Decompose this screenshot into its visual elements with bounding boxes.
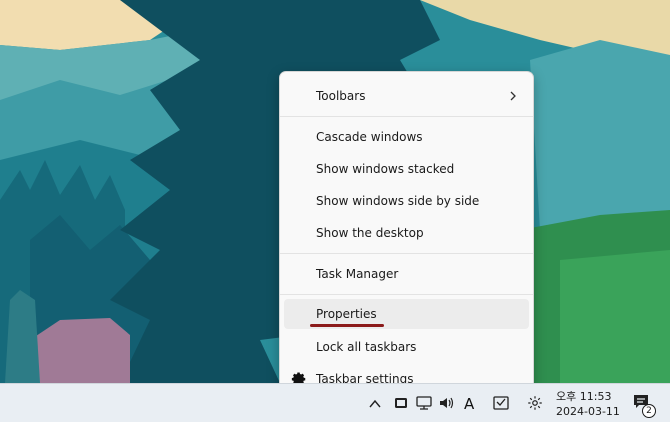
chevron-right-icon bbox=[510, 91, 516, 101]
menu-item-cascade-windows[interactable]: Cascade windows bbox=[284, 122, 529, 152]
menu-separator bbox=[280, 116, 533, 117]
taskbar: A 오후 11:53 2024-03-11 2 bbox=[0, 383, 670, 422]
menu-item-label: Show the desktop bbox=[316, 226, 424, 240]
menu-separator bbox=[280, 253, 533, 254]
settings-icon[interactable] bbox=[526, 394, 544, 412]
menu-item-show-windows-stacked[interactable]: Show windows stacked bbox=[284, 154, 529, 184]
menu-item-show-windows-side-by-side[interactable]: Show windows side by side bbox=[284, 186, 529, 216]
touch-keyboard-icon[interactable] bbox=[492, 394, 510, 412]
menu-item-label: Toolbars bbox=[316, 89, 366, 103]
menu-item-lock-all-taskbars[interactable]: Lock all taskbars bbox=[284, 332, 529, 362]
network-icon[interactable] bbox=[415, 394, 433, 412]
annotation-underline bbox=[310, 324, 384, 327]
menu-item-label: Lock all taskbars bbox=[316, 340, 417, 354]
menu-item-show-the-desktop[interactable]: Show the desktop bbox=[284, 218, 529, 248]
menu-item-label: Properties bbox=[316, 307, 377, 321]
menu-item-label: Task Manager bbox=[316, 267, 399, 281]
menu-item-label: Cascade windows bbox=[316, 130, 423, 144]
taskbar-context-menu: Toolbars Cascade windows Show windows st… bbox=[279, 71, 534, 402]
clock-time[interactable]: 오후 11:53 bbox=[556, 388, 611, 404]
menu-item-label: Show windows stacked bbox=[316, 162, 455, 176]
menu-item-toolbars[interactable]: Toolbars bbox=[284, 81, 529, 111]
chevron-up-icon[interactable] bbox=[368, 397, 382, 411]
volume-icon[interactable] bbox=[438, 394, 456, 412]
clock-date[interactable]: 2024-03-11 bbox=[556, 405, 620, 418]
menu-separator bbox=[280, 294, 533, 295]
notification-count-badge: 2 bbox=[642, 404, 656, 418]
menu-item-task-manager[interactable]: Task Manager bbox=[284, 259, 529, 289]
ime-icon[interactable]: A bbox=[464, 395, 482, 413]
menu-item-label: Show windows side by side bbox=[316, 194, 480, 208]
tablet-icon[interactable] bbox=[392, 394, 410, 412]
